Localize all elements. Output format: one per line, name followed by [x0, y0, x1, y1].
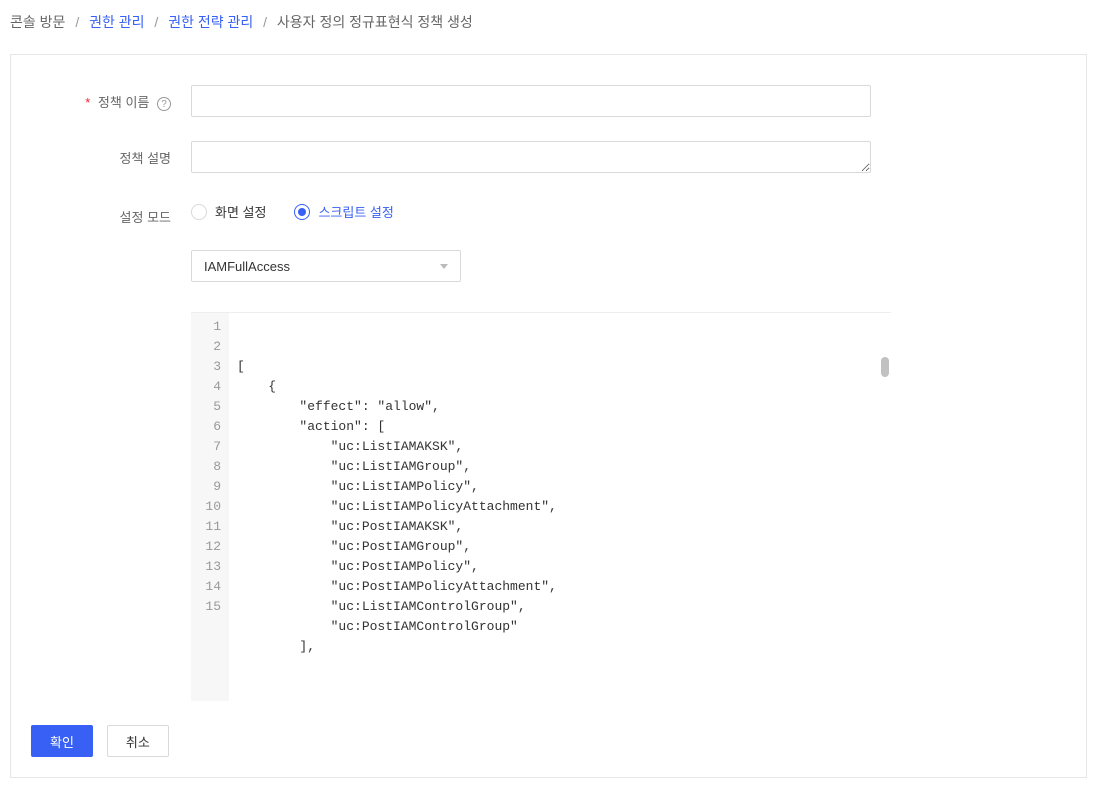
breadcrumb-item-console: 콘솔 방문 — [10, 14, 65, 30]
line-number: 6 — [203, 417, 221, 437]
policy-desc-row: 정책 설명 — [31, 141, 1066, 176]
policy-name-label: * 정책 이름 ? — [31, 85, 191, 111]
scrollbar-thumb[interactable] — [881, 357, 889, 377]
line-number: 10 — [203, 497, 221, 517]
line-number: 3 — [203, 357, 221, 377]
code-line: "action": [ — [237, 417, 883, 437]
code-line: "uc:ListIAMPolicy", — [237, 477, 883, 497]
radio-script-label: 스크립트 설정 — [318, 202, 393, 221]
breadcrumb: 콘솔 방문 / 권한 관리 / 권한 전략 관리 / 사용자 정의 정규표현식 … — [0, 0, 1097, 44]
breadcrumb-separator: / — [75, 14, 79, 30]
scrollbar[interactable] — [881, 317, 889, 337]
form-panel: * 정책 이름 ? 정책 설명 설정 모드 화면 설정 — [10, 54, 1087, 778]
line-number: 13 — [203, 557, 221, 577]
breadcrumb-current: 사용자 정의 정규표현식 정책 생성 — [277, 14, 473, 30]
policy-name-row: * 정책 이름 ? — [31, 85, 1066, 117]
chevron-down-icon — [440, 264, 448, 269]
code-line: "uc:PostIAMAKSK", — [237, 517, 883, 537]
line-number: 5 — [203, 397, 221, 417]
line-number: 12 — [203, 537, 221, 557]
code-line: "uc:PostIAMPolicyAttachment", — [237, 577, 883, 597]
required-indicator: * — [85, 95, 90, 110]
code-line: ], — [237, 637, 883, 657]
policy-desc-input[interactable] — [191, 141, 871, 173]
code-line: { — [237, 377, 883, 397]
breadcrumb-link-permission[interactable]: 권한 관리 — [89, 14, 144, 30]
line-number: 11 — [203, 517, 221, 537]
radio-visual-label: 화면 설정 — [215, 202, 266, 221]
code-line: "uc:ListIAMGroup", — [237, 457, 883, 477]
radio-circle-icon — [191, 204, 207, 220]
radio-script-mode[interactable]: 스크립트 설정 — [294, 202, 393, 221]
line-number: 14 — [203, 577, 221, 597]
radio-visual-mode[interactable]: 화면 설정 — [191, 202, 266, 221]
line-number: 4 — [203, 377, 221, 397]
template-select-value: IAMFullAccess — [204, 259, 290, 274]
cancel-button[interactable]: 취소 — [107, 725, 169, 757]
policy-name-input[interactable] — [191, 85, 871, 117]
line-number: 8 — [203, 457, 221, 477]
mode-row: 설정 모드 화면 설정 스크립트 설정 — [31, 200, 1066, 226]
mode-radio-group: 화면 설정 스크립트 설정 — [191, 200, 871, 221]
mode-label: 설정 모드 — [31, 200, 191, 226]
template-select[interactable]: IAMFullAccess — [191, 250, 461, 282]
code-line: "uc:PostIAMGroup", — [237, 537, 883, 557]
line-number: 2 — [203, 337, 221, 357]
code-line: "uc:ListIAMControlGroup", — [237, 597, 883, 617]
code-line: "uc:PostIAMControlGroup" — [237, 617, 883, 637]
code-line: "uc:ListIAMPolicyAttachment", — [237, 497, 883, 517]
code-content[interactable]: [ { "effect": "allow", "action": [ "uc:L… — [229, 313, 891, 701]
breadcrumb-separator: / — [154, 14, 158, 30]
mode-label-text: 설정 모드 — [120, 210, 171, 225]
policy-desc-label: 정책 설명 — [31, 141, 191, 167]
code-gutter: 123456789101112131415 — [191, 313, 229, 701]
code-editor[interactable]: 123456789101112131415 [ { "effect": "all… — [191, 312, 891, 701]
breadcrumb-link-strategy[interactable]: 권한 전략 관리 — [168, 14, 253, 30]
breadcrumb-separator: / — [263, 14, 267, 30]
radio-circle-checked-icon — [294, 204, 310, 220]
button-row: 확인 취소 — [31, 725, 1066, 757]
code-line: "uc:PostIAMPolicy", — [237, 557, 883, 577]
code-line: "effect": "allow", — [237, 397, 883, 417]
confirm-button[interactable]: 확인 — [31, 725, 93, 757]
policy-desc-label-text: 정책 설명 — [120, 151, 171, 166]
line-number: 7 — [203, 437, 221, 457]
code-line: [ — [237, 357, 883, 377]
line-number: 1 — [203, 317, 221, 337]
policy-name-label-text: 정책 이름 — [98, 95, 149, 110]
line-number: 15 — [203, 597, 221, 617]
line-number: 9 — [203, 477, 221, 497]
help-icon[interactable]: ? — [157, 97, 171, 111]
code-line: "uc:ListIAMAKSK", — [237, 437, 883, 457]
